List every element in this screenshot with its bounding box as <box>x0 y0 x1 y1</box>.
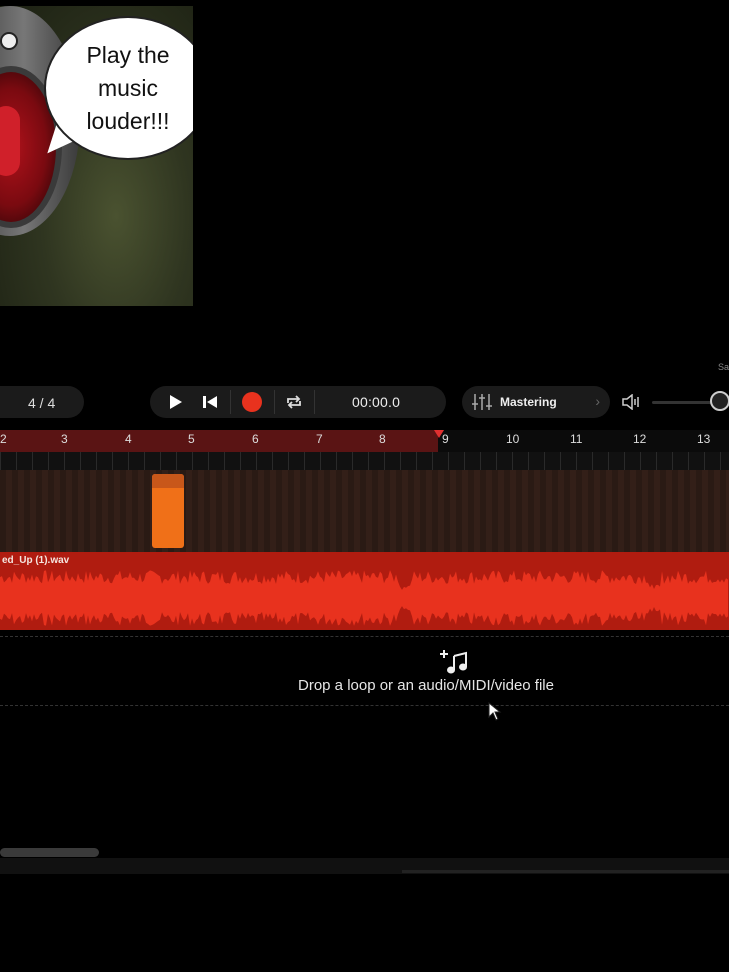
transport-controls: 00:00.0 <box>150 386 446 418</box>
volume-slider-thumb[interactable] <box>710 391 729 411</box>
play-button[interactable] <box>164 390 188 414</box>
bar-number: 12 <box>633 432 647 446</box>
playhead-marker[interactable] <box>434 430 444 438</box>
bottom-scroll-thumb[interactable] <box>402 870 729 873</box>
bar-number: 3 <box>61 432 68 446</box>
time-display: 00:00.0 <box>352 394 401 410</box>
beat-grid <box>0 452 729 470</box>
music-note-plus-icon <box>440 650 467 674</box>
divider <box>230 390 231 414</box>
mastering-label: Mastering <box>500 395 557 409</box>
volume-icon[interactable] <box>622 393 642 415</box>
speaker-icon <box>622 393 639 411</box>
bar-number: 7 <box>316 432 323 446</box>
chevron-right-icon: › <box>595 393 600 409</box>
mouse-cursor-icon <box>488 701 502 727</box>
bar-number: 4 <box>125 432 132 446</box>
transport-toolbar: 4 / 4 00:00.0 Mastering › <box>0 386 729 420</box>
eye <box>0 32 18 50</box>
play-icon <box>170 395 182 409</box>
divider <box>0 705 729 706</box>
loop-icon <box>287 395 301 409</box>
track-lane-1[interactable] <box>0 470 729 552</box>
track-lane-2[interactable]: ed_Up (1).wav <box>0 552 729 630</box>
bar-number: 2 <box>0 432 7 446</box>
time-signature-control[interactable]: 4 / 4 <box>0 386 84 418</box>
divider <box>274 390 275 414</box>
bar-number: 6 <box>252 432 259 446</box>
mastering-button[interactable]: Mastering › <box>462 386 610 418</box>
bar-number: 5 <box>188 432 195 446</box>
bar-number: 13 <box>697 432 711 446</box>
clip-header <box>152 474 184 488</box>
rewind-button[interactable] <box>198 390 222 414</box>
bar-number: 8 <box>379 432 386 446</box>
speech-bubble-text: Play the music louder!!! <box>86 41 170 134</box>
dropzone-text[interactable]: Drop a loop or an audio/MIDI/video file <box>298 677 554 694</box>
waveform-shape <box>0 570 728 626</box>
horizontal-scrollbar-thumb[interactable] <box>0 848 99 857</box>
record-icon <box>242 392 262 412</box>
loop-button[interactable] <box>282 390 306 414</box>
waveform <box>0 570 728 626</box>
record-button[interactable] <box>240 390 264 414</box>
divider <box>314 390 315 414</box>
tongue <box>0 106 20 176</box>
time-signature: 4 / 4 <box>28 395 56 411</box>
audio-file-name: ed_Up (1).wav <box>2 555 70 566</box>
add-music-icon[interactable] <box>440 648 470 679</box>
timeline-ruler[interactable]: 2 3 4 5 6 7 8 9 10 11 12 13 <box>0 430 729 452</box>
mixer-sliders-icon <box>472 394 492 410</box>
corner-label: Sa <box>717 362 729 372</box>
bar-number: 10 <box>506 432 520 446</box>
audio-clip[interactable] <box>152 474 184 548</box>
divider <box>0 636 729 637</box>
meme-image: Play the music louder!!! <box>0 6 193 306</box>
bar-number: 11 <box>570 432 583 446</box>
skip-back-icon <box>203 396 217 408</box>
